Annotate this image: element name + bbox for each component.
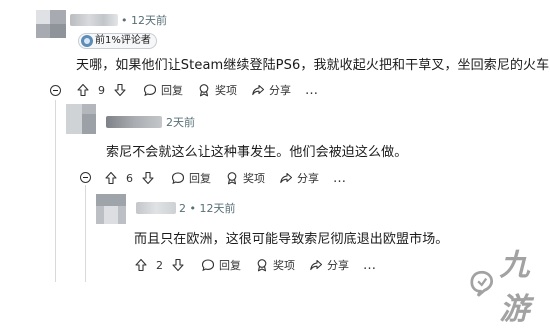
more-button[interactable]: …: [363, 258, 377, 273]
more-button[interactable]: …: [333, 171, 347, 186]
upvote-button[interactable]: [134, 258, 148, 272]
watermark: 九游: [470, 240, 550, 328]
reply-label: 回复: [161, 84, 183, 97]
share-button[interactable]: 分享: [309, 257, 349, 273]
username[interactable]: [70, 14, 118, 26]
reply-icon: [201, 259, 215, 272]
award-button[interactable]: 奖项: [255, 257, 295, 273]
comment-time: • 12天前: [121, 14, 167, 27]
thread-line: [85, 185, 86, 282]
reply-icon: [143, 84, 157, 97]
reply-label: 回复: [189, 172, 211, 185]
award-icon: [199, 84, 209, 97]
downvote-icon: [172, 258, 184, 272]
downvote-icon: [114, 83, 126, 97]
share-label: 分享: [297, 172, 319, 185]
collapse-icon[interactable]: [50, 85, 61, 96]
username[interactable]: [106, 116, 162, 128]
reply-icon: [171, 172, 185, 185]
award-icon: [257, 259, 267, 272]
share-icon: [280, 172, 293, 184]
reply-label: 回复: [219, 259, 241, 272]
downvote-button[interactable]: [171, 258, 185, 272]
badge-label: 前1%评论者: [95, 35, 151, 46]
award-label: 奖项: [215, 84, 237, 97]
share-icon: [252, 84, 265, 96]
more-button[interactable]: …: [305, 83, 319, 98]
vote-count: 2: [156, 258, 163, 272]
badge-icon: [81, 35, 93, 47]
comment-time: 2天前: [166, 116, 195, 129]
vote-count: 9: [98, 83, 105, 97]
watermark-logo-icon: [470, 270, 494, 297]
award-icon: [227, 172, 237, 185]
collapse-icon[interactable]: [80, 172, 91, 183]
reply-button[interactable]: 回复: [201, 257, 241, 273]
share-icon: [310, 259, 323, 271]
share-label: 分享: [327, 259, 349, 272]
username[interactable]: [136, 202, 176, 214]
avatar[interactable]: [96, 194, 126, 224]
upvote-button[interactable]: [76, 83, 90, 97]
upvote-icon: [105, 171, 117, 185]
downvote-button[interactable]: [141, 171, 155, 185]
comment-text: 而且只在欧洲，这很可能导致索尼彻底退出欧盟市场。: [134, 232, 449, 247]
avatar[interactable]: [66, 104, 96, 134]
comment-actions: 2 回复 奖项 分享 …: [134, 257, 377, 273]
award-label: 奖项: [243, 172, 265, 185]
upvote-button[interactable]: [104, 171, 118, 185]
thread-line: [55, 100, 56, 282]
reply-button[interactable]: 回复: [171, 170, 211, 186]
downvote-button[interactable]: [113, 83, 127, 97]
comment-actions: 9 回复 奖项 分享 …: [76, 82, 319, 98]
comment-actions: 6 回复 奖项 分享 …: [104, 170, 347, 186]
watermark-text: 九游: [499, 248, 529, 327]
award-button[interactable]: 奖项: [225, 170, 265, 186]
share-label: 分享: [269, 84, 291, 97]
share-button[interactable]: 分享: [251, 82, 291, 98]
comment-text: 索尼不会就这么让这种事发生。他们会被迫这么做。: [106, 145, 408, 160]
upvote-icon: [77, 83, 89, 97]
award-label: 奖项: [273, 259, 295, 272]
downvote-icon: [142, 171, 154, 185]
share-button[interactable]: 分享: [279, 170, 319, 186]
comment-text: 天哪，如果他们让Steam继续登陆PS6，我就收起火把和干草叉，坐回索尼的火车上…: [76, 58, 550, 73]
vote-count: 6: [126, 171, 133, 185]
upvote-icon: [135, 258, 147, 272]
comment-time: 2 • 12天前: [179, 202, 236, 215]
reply-button[interactable]: 回复: [143, 82, 183, 98]
top-commenter-badge: 前1%评论者: [78, 33, 157, 49]
avatar[interactable]: [36, 10, 66, 38]
award-button[interactable]: 奖项: [197, 82, 237, 98]
